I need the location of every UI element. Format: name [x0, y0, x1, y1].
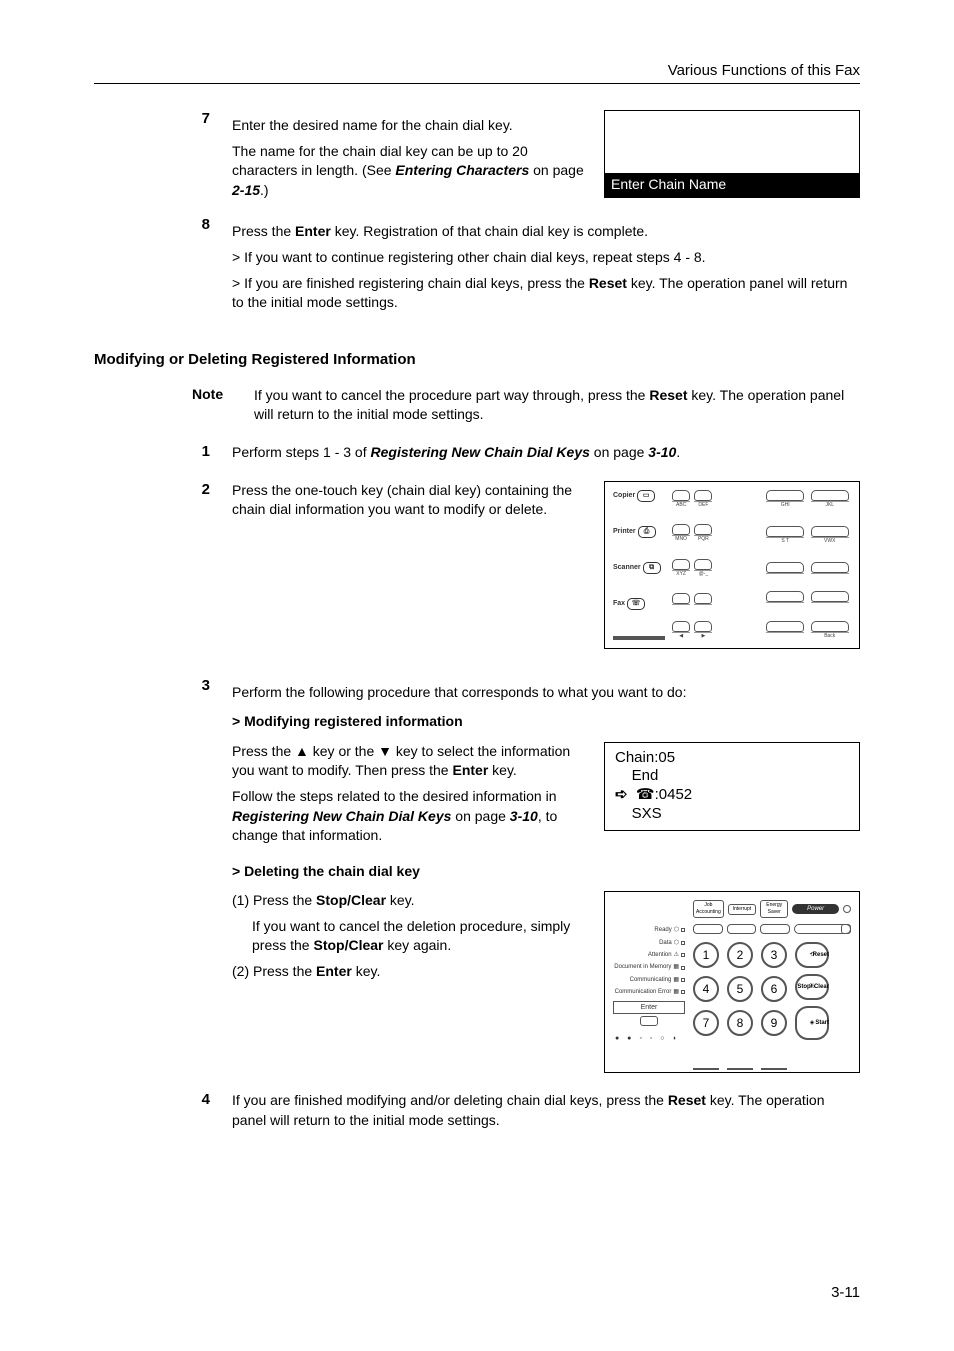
mode-fax-icon: ☏	[627, 598, 645, 610]
numkey-3: 3	[761, 942, 787, 968]
step-number-7: 7	[192, 110, 232, 206]
note-body: If you want to cancel the procedure part…	[254, 386, 860, 425]
stopclear-key: %Stop/ Clear	[795, 974, 829, 1000]
numkey-4: 4	[693, 976, 719, 1002]
step8-intro: Press the Enter key. Registration of tha…	[232, 222, 860, 242]
power-pill: Power	[792, 904, 839, 914]
start-key: ◈Start	[795, 1006, 829, 1040]
phone-icon: ☎	[636, 786, 655, 803]
step1-body: Perform steps 1 - 3 of Registering New C…	[232, 443, 860, 463]
numkey-6: 6	[761, 976, 787, 1002]
step3-intro: Perform the following procedure that cor…	[232, 683, 860, 703]
step8-bullet1: > If you want to continue registering ot…	[232, 248, 860, 268]
step-number-3: 3	[192, 677, 232, 1074]
lcd-figure-chain-name: Enter Chain Name	[604, 110, 860, 198]
mode-scanner-icon: ⧉	[643, 562, 661, 574]
numpad-figure: Ready⬡ Data⬡ Attention⚠ Document in Memo…	[604, 891, 860, 1073]
onetouch-keypad-figure: Copier▭ Printer⎙ Scanner⧉ Fax☏ ABC DEF M…	[604, 481, 860, 649]
step3-sub1: > Modifying registered information	[232, 712, 860, 732]
reset-key: ⟲Reset	[795, 942, 829, 968]
numkey-2: 2	[727, 942, 753, 968]
mode-printer-icon: ⎙	[638, 526, 656, 538]
section-heading: Modifying or Deleting Registered Informa…	[94, 351, 860, 368]
dots-icon: ● ● ◦ ◦ ○ ◗	[613, 1034, 685, 1044]
mode-copier-icon: ▭	[637, 490, 655, 502]
step-number-4: 4	[192, 1091, 232, 1130]
numkey-5: 5	[727, 976, 753, 1002]
numkey-8: 8	[727, 1010, 753, 1036]
page-header: Various Functions of this Fax	[94, 62, 860, 84]
note-label: Note	[192, 386, 254, 425]
step-number-2: 2	[192, 481, 232, 659]
numkey-7: 7	[693, 1010, 719, 1036]
step4-body: If you are finished modifying and/or del…	[232, 1091, 860, 1130]
step-number-8: 8	[192, 216, 232, 318]
power-led-icon	[843, 905, 851, 913]
enter-key-icon	[640, 1016, 658, 1026]
step3-sub2: > Deleting the chain dial key	[232, 862, 860, 882]
step8-bullet2: > If you are finished registering chain …	[232, 274, 860, 313]
step-number-1: 1	[192, 443, 232, 463]
lcd-title: Enter Chain Name	[605, 173, 859, 197]
pointer-icon: ➪	[615, 786, 636, 803]
lcd-chain-info: Chain:05 End ➪ ☎:0452 SXS	[604, 742, 860, 831]
page-number: 3-11	[831, 1284, 860, 1301]
numkey-9: 9	[761, 1010, 787, 1036]
numkey-1: 1	[693, 942, 719, 968]
